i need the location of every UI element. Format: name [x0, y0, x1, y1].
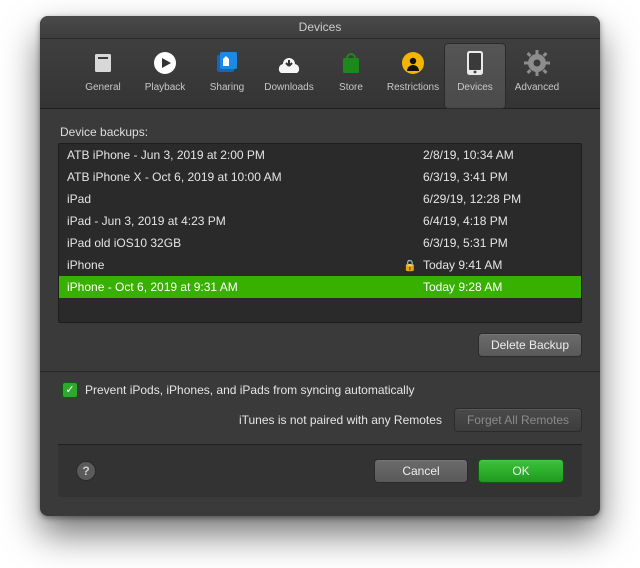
remotes-status-label: iTunes is not paired with any Remotes [239, 413, 442, 427]
tab-label: Playback [145, 82, 186, 93]
footer: ? Cancel OK [58, 444, 582, 497]
backup-name: iPhone - Oct 6, 2019 at 9:31 AM [67, 280, 403, 294]
gear-icon [523, 49, 551, 77]
pane-body: Device backups: ATB iPhone - Jun 3, 2019… [40, 109, 600, 516]
downloads-icon [275, 49, 303, 77]
backup-date: 2/8/19, 10:34 AM [417, 148, 573, 162]
tab-label: Sharing [210, 82, 244, 93]
ok-button[interactable]: OK [478, 459, 564, 483]
backups-label: Device backups: [60, 125, 582, 139]
backup-date: 6/4/19, 4:18 PM [417, 214, 573, 228]
preferences-window: Devices General Playback Sharing Downloa… [40, 16, 600, 516]
tab-label: Downloads [264, 82, 313, 93]
divider [40, 371, 600, 372]
tab-label: Devices [457, 82, 493, 93]
tab-advanced[interactable]: Advanced [506, 43, 568, 109]
table-row[interactable]: ATB iPhone X - Oct 6, 2019 at 10:00 AM 6/… [59, 166, 581, 188]
backup-name: iPhone [67, 258, 403, 272]
prevent-sync-label: Prevent iPods, iPhones, and iPads from s… [85, 383, 415, 397]
backup-date: 6/3/19, 3:41 PM [417, 170, 573, 184]
backup-date: 6/29/19, 12:28 PM [417, 192, 573, 206]
table-row[interactable]: iPad 6/29/19, 12:28 PM [59, 188, 581, 210]
tab-downloads[interactable]: Downloads [258, 43, 320, 109]
general-icon [89, 49, 117, 77]
devices-icon [461, 49, 489, 77]
tab-store[interactable]: Store [320, 43, 382, 109]
sharing-icon [213, 49, 241, 77]
tab-label: General [85, 82, 121, 93]
checkbox-checked-icon[interactable]: ✓ [62, 382, 78, 398]
lock-icon: 🔒 [403, 259, 417, 272]
backup-name: ATB iPhone - Jun 3, 2019 at 2:00 PM [67, 148, 403, 162]
backup-date: Today 9:41 AM [417, 258, 573, 272]
playback-icon [151, 49, 179, 77]
restrictions-icon [399, 49, 427, 77]
backup-name: iPad old iOS10 32GB [67, 236, 403, 250]
table-row[interactable]: iPhone🔒Today 9:41 AM [59, 254, 581, 276]
toolbar: General Playback Sharing Downloads Store [40, 39, 600, 109]
table-row[interactable]: iPad - Jun 3, 2019 at 4:23 PM 6/4/19, 4:1… [59, 210, 581, 232]
table-row[interactable]: iPad old iOS10 32GB 6/3/19, 5:31 PM [59, 232, 581, 254]
tab-general[interactable]: General [72, 43, 134, 109]
tab-playback[interactable]: Playback [134, 43, 196, 109]
backup-name: iPad [67, 192, 403, 206]
delete-backup-button[interactable]: Delete Backup [478, 333, 582, 357]
store-icon [337, 49, 365, 77]
backups-list[interactable]: ATB iPhone - Jun 3, 2019 at 2:00 PM 2/8/1… [58, 143, 582, 323]
help-button[interactable]: ? [76, 461, 96, 481]
tab-sharing[interactable]: Sharing [196, 43, 258, 109]
tab-label: Restrictions [387, 82, 439, 93]
prevent-sync-row[interactable]: ✓ Prevent iPods, iPhones, and iPads from… [62, 382, 582, 398]
table-row[interactable]: ATB iPhone - Jun 3, 2019 at 2:00 PM 2/8/1… [59, 144, 581, 166]
forget-remotes-button: Forget All Remotes [454, 408, 582, 432]
table-row[interactable]: iPhone - Oct 6, 2019 at 9:31 AM Today 9:2… [59, 276, 581, 298]
tab-devices[interactable]: Devices [444, 43, 506, 109]
cancel-button[interactable]: Cancel [374, 459, 468, 483]
tab-label: Store [339, 82, 363, 93]
backup-date: Today 9:28 AM [417, 280, 573, 294]
backup-date: 6/3/19, 5:31 PM [417, 236, 573, 250]
window-title: Devices [40, 16, 600, 39]
backup-name: ATB iPhone X - Oct 6, 2019 at 10:00 AM [67, 170, 403, 184]
tab-label: Advanced [515, 82, 559, 93]
tab-restrictions[interactable]: Restrictions [382, 43, 444, 109]
backup-name: iPad - Jun 3, 2019 at 4:23 PM [67, 214, 403, 228]
